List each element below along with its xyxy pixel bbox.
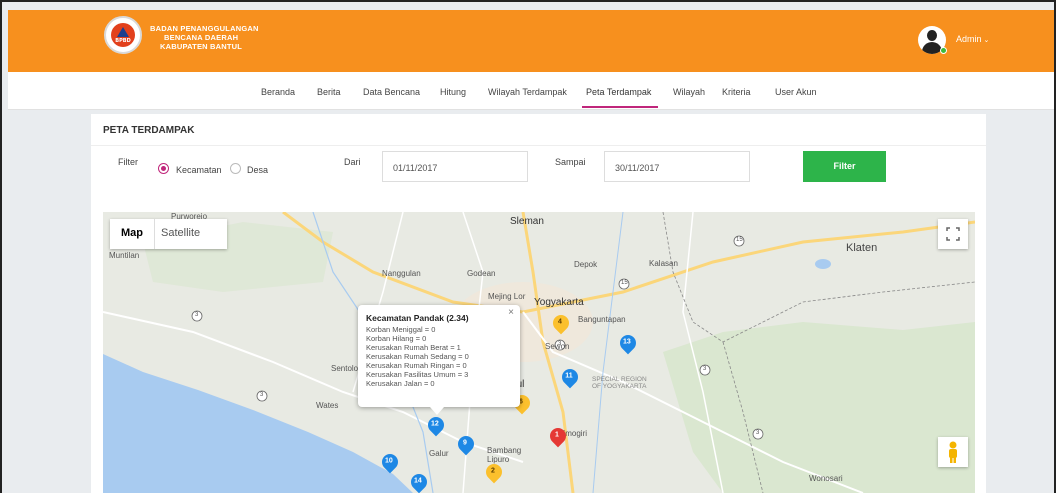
marker-label: 2 xyxy=(490,467,495,475)
nav-active-indicator xyxy=(582,106,658,108)
dari-date-input[interactable]: 01/11/2017 xyxy=(382,151,528,182)
radio-kecamatan-label[interactable]: Kecamatan xyxy=(176,165,222,175)
place-label: Mejing Lor xyxy=(488,292,526,301)
brand-line-3: KABUPATEN BANTUL xyxy=(160,42,243,51)
popup-line: Kerusakan Rumah Berat = 1 xyxy=(366,343,461,352)
user-label: Admin xyxy=(956,34,982,44)
filter-label: Filter xyxy=(118,157,138,167)
nav-hitung[interactable]: Hitung xyxy=(440,87,466,97)
popup-line: Kerusakan Rumah Ringan = 0 xyxy=(366,361,467,370)
avatar-head xyxy=(927,30,937,41)
avatar-body xyxy=(922,42,942,54)
place-label: Kalasan xyxy=(649,259,678,268)
place-label: Depok xyxy=(574,260,598,269)
brand-name[interactable]: BADAN PENANGGULANGAN BENCANA DAERAH KABU… xyxy=(150,24,259,51)
place-label: Bambang Lipuro xyxy=(487,446,522,464)
map-type-map[interactable]: Map xyxy=(121,227,143,239)
marker-label: 10 xyxy=(385,457,393,465)
marker-label: 14 xyxy=(414,477,422,485)
chevron-down-icon: ⌄ xyxy=(981,37,990,44)
page-title: PETA TERDAMPAK xyxy=(103,125,195,136)
divider xyxy=(91,145,986,146)
place-label: Galur xyxy=(429,449,449,458)
nav-user-akun[interactable]: User Akun xyxy=(775,87,817,97)
marker-label: 1 xyxy=(554,431,559,439)
nav-beranda[interactable]: Beranda xyxy=(261,87,295,97)
place-label: Yogyakarta xyxy=(534,297,584,308)
road-shield-label: 3 xyxy=(756,430,760,436)
fullscreen-button[interactable] xyxy=(938,219,968,249)
place-label: Muntilan xyxy=(109,251,140,260)
marker-label: 11 xyxy=(565,372,573,380)
map-canvas[interactable]: 15 15 3 3 3 3 3 Purworejo Muntilan Slema… xyxy=(103,212,975,493)
nav-data-bencana[interactable]: Data Bencana xyxy=(363,87,420,97)
region-label-line-1: SPECIAL REGION xyxy=(592,376,647,383)
road-shield-label: 3 xyxy=(703,366,707,372)
logo-text: BPBD xyxy=(115,38,131,44)
logo-triangle-icon xyxy=(117,27,129,37)
nav-berita[interactable]: Berita xyxy=(317,87,341,97)
popup-line: Kerusakan Rumah Sedang = 0 xyxy=(366,352,469,361)
map-info-popup: × Kecamatan Pandak (2.34) Korban Menigga… xyxy=(358,305,520,415)
fullscreen-icon xyxy=(946,227,960,241)
place-label: Godean xyxy=(467,269,496,278)
nav-peta-terdampak[interactable]: Peta Terdampak xyxy=(586,87,651,97)
map-type-satellite[interactable]: Satellite xyxy=(161,227,200,239)
nav-wilayah[interactable]: Wilayah xyxy=(673,87,705,97)
popup-line: Korban Meniggal = 0 xyxy=(366,325,436,334)
place-label: Sewon xyxy=(545,342,570,351)
place-label: Klaten xyxy=(846,242,878,254)
bpbd-logo[interactable]: BPBD xyxy=(104,16,142,54)
user-menu[interactable]: Admin ⌄ xyxy=(956,34,989,44)
marker-label: 13 xyxy=(623,338,631,346)
place-label: Nanggulan xyxy=(382,269,421,278)
pegman-icon xyxy=(949,441,957,463)
street-view-pegman[interactable] xyxy=(938,437,968,467)
online-status-dot xyxy=(940,47,947,54)
place-label: Imogiri xyxy=(563,429,588,438)
divider xyxy=(154,219,155,249)
radio-kecamatan[interactable] xyxy=(158,163,169,174)
marker-label: 9 xyxy=(462,439,467,447)
place-label: Wonosari xyxy=(809,474,843,483)
place-label: Sentolo xyxy=(331,364,359,373)
road-shield-label: 15 xyxy=(736,237,743,243)
map-type-control: Map Satellite xyxy=(110,219,227,249)
marker-label: 4 xyxy=(557,318,562,326)
road-shield-label: 3 xyxy=(260,392,264,398)
marker-label: 12 xyxy=(431,420,439,428)
nav-kriteria[interactable]: Kriteria xyxy=(722,87,751,97)
radio-desa[interactable] xyxy=(230,163,241,174)
popup-title: Kecamatan Pandak (2.34) xyxy=(366,313,469,323)
region-label: SPECIAL REGION OF YOGYAKARTA xyxy=(592,376,647,390)
region-label-line-2: OF YOGYAKARTA xyxy=(592,383,647,390)
road-shield-label: 3 xyxy=(195,312,199,318)
brand-line-1: BADAN PENANGGULANGAN xyxy=(150,24,259,33)
map-base-layer xyxy=(103,212,975,493)
logo-emblem: BPBD xyxy=(111,23,135,47)
popup-line: Korban Hilang = 0 xyxy=(366,334,427,343)
place-label: Sleman xyxy=(510,216,544,227)
brand-line-2: BENCANA DAERAH xyxy=(164,33,239,42)
close-icon[interactable]: × xyxy=(508,307,514,318)
dari-label: Dari xyxy=(344,157,361,167)
popup-line: Kerusakan Jalan = 0 xyxy=(366,379,435,388)
road-shield-label: 15 xyxy=(621,280,628,286)
place-label: Wates xyxy=(316,401,339,410)
sampai-label: Sampai xyxy=(555,157,586,167)
radio-desa-label[interactable]: Desa xyxy=(247,165,268,175)
place-label: Banguntapan xyxy=(578,315,626,324)
sampai-date-input[interactable]: 30/11/2017 xyxy=(604,151,750,182)
nav-wilayah-terdampak[interactable]: Wilayah Terdampak xyxy=(488,87,567,97)
popup-line: Kerusakan Fasilitas Umum = 3 xyxy=(366,370,469,379)
filter-button[interactable]: Filter xyxy=(803,151,886,182)
